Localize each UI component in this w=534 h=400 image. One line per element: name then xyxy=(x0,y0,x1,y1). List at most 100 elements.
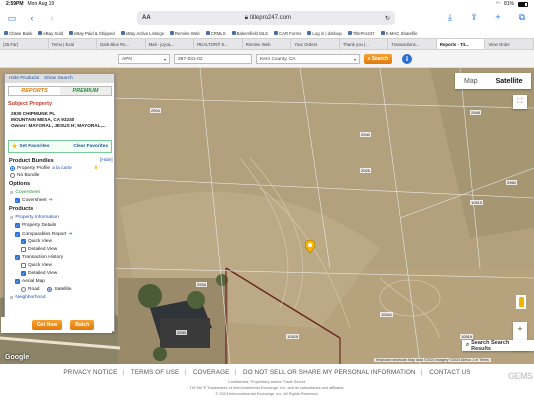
browser-tab[interactable]: Mail - joyca... xyxy=(146,39,195,49)
checkbox-checked[interactable]: ✓ xyxy=(15,255,20,260)
set-favorites-link[interactable]: Set Favorites xyxy=(19,144,49,149)
checkbox-checked[interactable]: ✓ xyxy=(15,197,20,203)
share-icon[interactable]: ⇪ xyxy=(468,11,480,23)
back-icon[interactable]: ‹ xyxy=(26,12,38,24)
search-type-select[interactable]: APN ▾ xyxy=(118,54,170,64)
reload-icon[interactable]: ↻ xyxy=(385,15,390,22)
checkbox-checked[interactable]: ✓ xyxy=(15,231,20,237)
search-type-value: APN xyxy=(122,56,132,62)
browser-tab-active[interactable]: Reports - Tit... xyxy=(436,39,486,49)
bundle-no-bundle[interactable]: No Bundle xyxy=(10,173,39,178)
map-attribution[interactable]: Keyboard shortcuts Map data ©2024 Imager… xyxy=(374,358,491,362)
radio-unselected[interactable] xyxy=(10,173,15,178)
coversheet-option[interactable]: ✓ Coversheet ➜ xyxy=(15,197,53,203)
coverage-link[interactable]: COVERAGE xyxy=(193,369,230,376)
do-not-sell-link[interactable]: DO NOT SELL OR SHARE MY PERSONAL INFORMA… xyxy=(243,369,416,376)
get-now-button[interactable]: Get Now xyxy=(32,320,63,330)
radio-selected[interactable] xyxy=(10,166,15,171)
checkbox-checked[interactable]: ✓ xyxy=(21,239,26,244)
map-type-map[interactable]: Map xyxy=(455,73,487,89)
bundle-property-profile[interactable]: Property Profile a la carte ♛ xyxy=(10,166,98,171)
fullscreen-icon[interactable]: ⛶ xyxy=(513,95,527,109)
clear-favorites-link[interactable]: Clear Favorites xyxy=(73,144,108,149)
browser-tab[interactable]: Transactions... xyxy=(388,39,437,49)
checkbox-checked[interactable]: ✓ xyxy=(15,223,20,228)
apn-input[interactable]: 367-031-02 xyxy=(174,54,252,64)
contact-us-link[interactable]: CONTACT US xyxy=(429,369,470,376)
browser-tab[interactable]: Remine Web xyxy=(243,39,292,49)
bookmark-item[interactable]: CAR Forms xyxy=(273,31,301,36)
footer-copyright: © 2024 Intercontinental Exchange, Inc. A… xyxy=(215,391,319,396)
forward-icon[interactable]: › xyxy=(46,12,58,24)
hide-products-link[interactable]: Hide Products xyxy=(9,76,39,81)
sidebar-icon[interactable]: ▭ xyxy=(6,12,18,24)
info-icon[interactable]: i xyxy=(402,54,412,64)
checkbox-unchecked[interactable] xyxy=(21,263,26,268)
show-search-link[interactable]: Show Search xyxy=(44,76,73,81)
terms-of-use-link[interactable]: TERMS OF USE xyxy=(131,369,179,376)
browser-tab[interactable]: View Order xyxy=(485,39,534,49)
radio-selected[interactable] xyxy=(47,287,53,292)
comparables-report-option[interactable]: ✓ Comparables Report ➜ xyxy=(15,231,72,237)
collapse-icon[interactable]: ⊟ xyxy=(10,215,13,220)
collapse-icon[interactable]: ⊟ xyxy=(10,190,13,195)
bookmark-item[interactable]: Bakersfield MLS xyxy=(231,31,268,36)
map-type-satellite[interactable]: Satellite xyxy=(487,73,532,89)
browser-tab[interactable]: REALTOR® S... xyxy=(194,39,243,49)
collapse-icon[interactable]: ⊟ xyxy=(10,295,13,300)
bookmark-item[interactable]: TitlePro247 xyxy=(347,31,375,36)
coversheet-group[interactable]: ⊟ Coversheet xyxy=(10,190,40,195)
aerial-map-option[interactable]: ✓ Aerial Map xyxy=(15,279,45,284)
browser-tab[interactable]: Thank you |... xyxy=(340,39,389,49)
privacy-notice-link[interactable]: PRIVACY NOTICE xyxy=(63,369,117,376)
bookmark-item[interactable]: eBay Sold xyxy=(38,31,63,36)
browser-tab[interactable]: (35 Far) xyxy=(0,39,49,49)
bookmark-item[interactable]: CRMLS xyxy=(205,31,226,36)
checkbox-checked[interactable]: ✓ xyxy=(15,279,20,284)
download-icon[interactable]: ⤓ xyxy=(444,11,456,23)
bookmark-item[interactable]: Log in | dotloop xyxy=(307,31,342,36)
bookmark-item[interactable]: Chase Bank xyxy=(4,31,32,36)
neighborhood-group[interactable]: ⊟ Neighborhood xyxy=(10,295,46,300)
satellite-option[interactable]: Satellite xyxy=(54,287,71,292)
parcel-label: 10541 xyxy=(380,312,394,317)
browser-tab[interactable]: Dark Blue Re... xyxy=(97,39,146,49)
property-marker-icon[interactable] xyxy=(305,240,315,253)
quick-view-option[interactable]: ✓ Quick View xyxy=(21,239,52,244)
zoom-in-icon[interactable]: + xyxy=(517,324,522,334)
property-details-option[interactable]: ✓ Property Details xyxy=(15,223,56,228)
parcel-label: 2960 xyxy=(506,180,517,185)
transaction-history-option[interactable]: ✓ Transaction History xyxy=(15,255,63,260)
a-la-carte-link[interactable]: a la carte xyxy=(52,166,72,171)
quick-view-option-2[interactable]: Quick View xyxy=(21,263,52,268)
tab-reports[interactable]: REPORTS xyxy=(9,87,60,95)
address-bar[interactable]: AA 🔒︎ titlepro247.com ↻ xyxy=(137,11,395,25)
detailed-view-option-2[interactable]: ✓ Detailed View xyxy=(21,271,57,276)
county-select[interactable]: Kern County, CA ▾ xyxy=(256,54,360,64)
batch-button[interactable]: Batch xyxy=(70,320,95,330)
property-information-group[interactable]: ⊟ Property Information xyxy=(10,215,59,220)
detailed-view-option[interactable]: Detailed View xyxy=(21,247,57,252)
status-bar: 2:59PM Mon Aug 19 ◠ 81% xyxy=(0,0,534,8)
road-option[interactable]: Road xyxy=(28,287,39,292)
bookmark-item[interactable]: K-MAC Sharefile xyxy=(380,31,418,36)
tabs-overview-icon[interactable]: ⧉ xyxy=(516,11,528,23)
search-button[interactable]: ⌕ Search xyxy=(364,54,392,64)
bookmark-item[interactable]: eBay Paid & Shipped xyxy=(69,31,115,36)
search-results-button[interactable]: ⌕ Search Search Results xyxy=(462,340,534,352)
hide-bundles-link[interactable]: [Hide] xyxy=(100,158,113,163)
checkbox-checked[interactable]: ✓ xyxy=(21,271,26,276)
bookmark-item[interactable]: eBay Active Listings xyxy=(120,31,164,36)
browser-tab[interactable]: Your Orders xyxy=(291,39,340,49)
checkbox-unchecked[interactable] xyxy=(21,247,26,252)
wifi-icon: ◠ xyxy=(495,1,500,7)
new-tab-icon[interactable]: + xyxy=(492,11,504,23)
subject-property-heading: Subject Property xyxy=(8,101,53,107)
reader-icon[interactable]: AA xyxy=(142,15,151,21)
browser-tab[interactable]: Temu | Exal xyxy=(49,39,98,49)
tab-premium[interactable]: PREMIUM xyxy=(60,87,111,95)
bookmark-item[interactable]: Remine Web xyxy=(169,31,200,36)
radio-unselected[interactable] xyxy=(21,287,26,292)
street-view-pegman-icon[interactable] xyxy=(516,295,526,309)
subject-property-details: 2930 CHIPMUNK PL MOUNTAIN MESA, CA 93240… xyxy=(11,111,115,128)
